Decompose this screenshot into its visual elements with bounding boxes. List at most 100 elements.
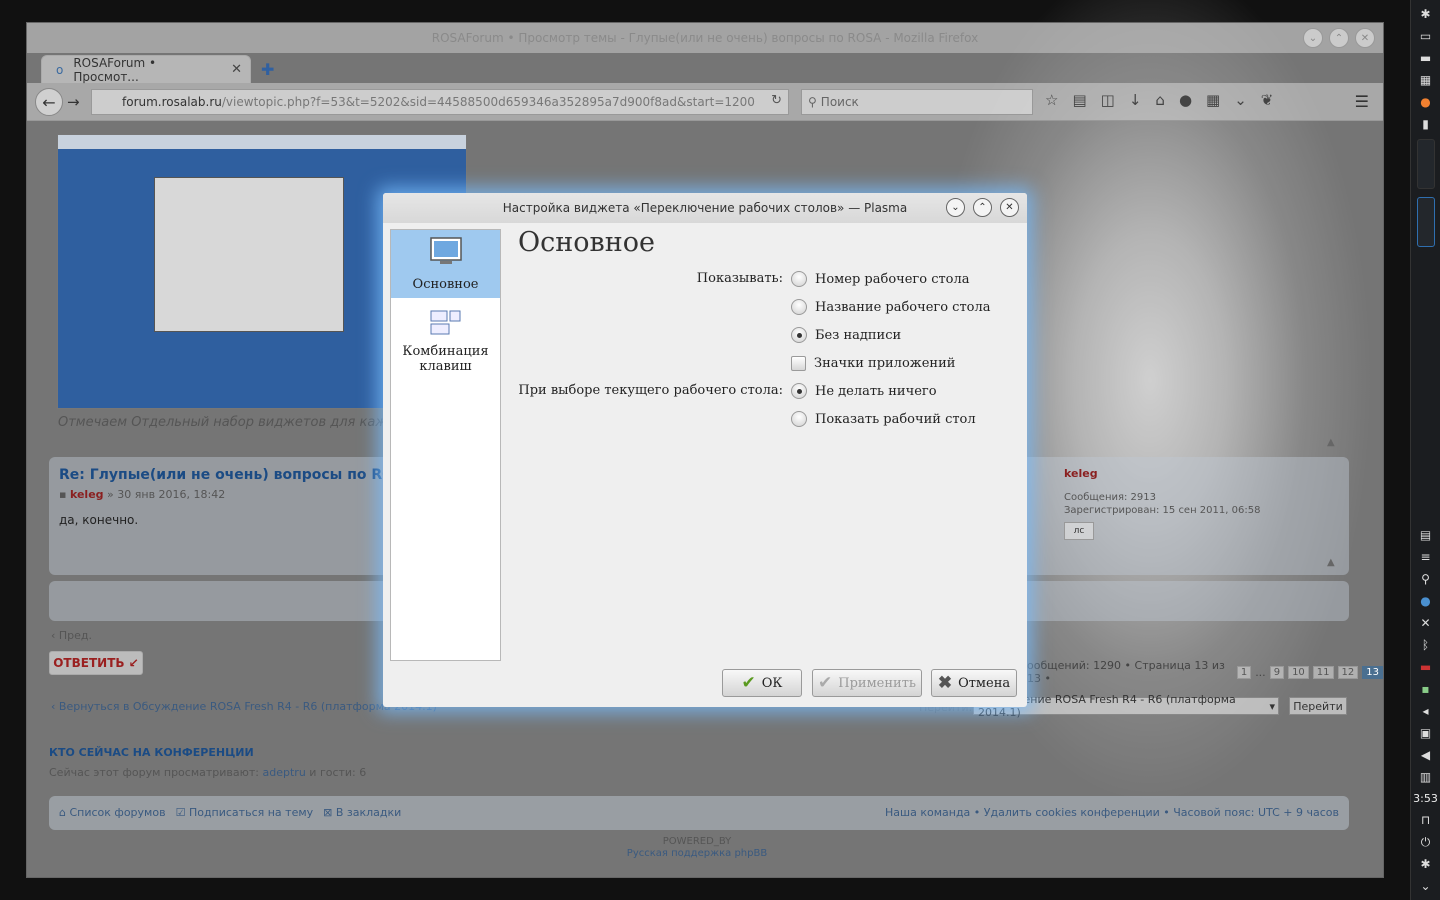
back-button[interactable]: ← bbox=[35, 88, 63, 116]
radio-no-label[interactable]: Без надписи bbox=[791, 326, 901, 344]
subscribe-link[interactable]: ☑ Подписаться на тему bbox=[176, 806, 314, 819]
tools-icon[interactable]: ✕ bbox=[1418, 615, 1434, 631]
dialog-minimize-button[interactable]: ⌄ bbox=[946, 198, 965, 217]
clock[interactable]: 3:53 bbox=[1413, 792, 1438, 805]
forum-index-link[interactable]: ⌂ Список форумов bbox=[59, 806, 166, 819]
task-slot-2[interactable] bbox=[1416, 197, 1435, 247]
firefox-icon[interactable]: ● bbox=[1418, 94, 1434, 110]
clipboard-icon[interactable]: ▤ bbox=[1418, 527, 1434, 543]
forward-button[interactable]: → bbox=[67, 93, 80, 111]
radio-button-checked[interactable] bbox=[791, 327, 807, 343]
chat-icon[interactable]: ● bbox=[1179, 91, 1192, 109]
radio-desktop-name[interactable]: Название рабочего стола bbox=[791, 298, 991, 316]
radio-button[interactable] bbox=[791, 411, 807, 427]
page-link[interactable]: 11 bbox=[1312, 665, 1334, 679]
close-button[interactable]: ✕ bbox=[1355, 28, 1375, 48]
home-icon[interactable]: ⌂ bbox=[1155, 91, 1165, 109]
search-input[interactable]: ⚲ Поиск bbox=[801, 89, 1033, 115]
reply-button[interactable]: ОТВЕТИТЬ ↙ bbox=[49, 651, 143, 675]
reload-icon[interactable]: ↻ bbox=[771, 93, 782, 108]
dialog-maximize-button[interactable]: ⌃ bbox=[973, 198, 992, 217]
post-title[interactable]: Re: Глупые(или не очень) вопросы по ROSA bbox=[59, 467, 415, 483]
desktop-icon[interactable]: ▭ bbox=[1418, 28, 1434, 44]
option-label: Номер рабочего стола bbox=[815, 271, 970, 287]
footer-bar: ⌂ Список форумов ☑ Подписаться на тему ⊠… bbox=[49, 796, 1349, 830]
pm-button[interactable]: лс bbox=[1064, 522, 1094, 540]
radio-button-checked[interactable] bbox=[791, 383, 807, 399]
addon-icon[interactable]: ▦ bbox=[1206, 91, 1220, 109]
minimize-button[interactable]: ⌄ bbox=[1303, 28, 1323, 48]
chevron-down-icon[interactable]: ⌄ bbox=[1234, 91, 1247, 109]
close-icon: ✖ bbox=[937, 673, 953, 693]
radio-show-desktop[interactable]: Показать рабочий стол bbox=[791, 410, 976, 428]
addon-leaf-icon[interactable]: ❦ bbox=[1261, 91, 1274, 109]
flag-icon[interactable]: ▬ bbox=[1418, 659, 1434, 675]
task-slot-1[interactable] bbox=[1416, 139, 1435, 189]
terminal-icon[interactable]: ▮ bbox=[1418, 116, 1434, 132]
jump-button[interactable]: Перейти bbox=[1289, 697, 1347, 715]
powered-link[interactable]: Русская поддержка phpBB bbox=[27, 848, 1367, 860]
pm-label: лс bbox=[1073, 526, 1085, 536]
settings-icon[interactable]: ≡ bbox=[1418, 549, 1434, 565]
checkbox-app-icons[interactable]: Значки приложений bbox=[791, 354, 955, 372]
devices-icon[interactable]: ▣ bbox=[1418, 725, 1434, 741]
bookmark-star-icon[interactable]: ☆ bbox=[1045, 91, 1058, 109]
sidebar-item-shortcuts[interactable]: Комбинация клавиш bbox=[391, 298, 500, 376]
page-link[interactable]: 12 bbox=[1337, 665, 1359, 679]
navigation-toolbar: ← → forum.rosalab.ru/viewtopic.php?f=53&… bbox=[27, 83, 1383, 121]
maximize-button[interactable]: ⌃ bbox=[1329, 28, 1349, 48]
pocket-icon[interactable]: ◫ bbox=[1101, 91, 1115, 109]
prev-link[interactable]: ‹ Пред. bbox=[51, 629, 92, 642]
browser-icon[interactable]: ● bbox=[1418, 593, 1434, 609]
apply-button[interactable]: ✔ Применить bbox=[812, 669, 922, 697]
sidebar-item-general[interactable]: Основное bbox=[391, 230, 500, 298]
downloads-icon[interactable]: ↓ bbox=[1129, 91, 1142, 109]
checkbox[interactable] bbox=[791, 355, 806, 371]
back-link-label: Вернуться в Обсуждение ROSA Fresh R4 - R… bbox=[58, 700, 437, 713]
reading-list-icon[interactable]: ▤ bbox=[1072, 91, 1086, 109]
footer-right-links[interactable]: Наша команда • Удалить cookies конференц… bbox=[885, 806, 1339, 819]
kde-menu-icon[interactable]: ✱ bbox=[1418, 6, 1434, 22]
radio-desktop-number[interactable]: Номер рабочего стола bbox=[791, 270, 970, 288]
ok-button[interactable]: ✔ ОК bbox=[722, 669, 802, 697]
url-bar[interactable]: forum.rosalab.ru/viewtopic.php?f=53&t=52… bbox=[91, 89, 789, 115]
page-link[interactable]: 1 bbox=[1236, 665, 1252, 679]
bookmark-link[interactable]: ⊠ В закладки bbox=[323, 806, 401, 819]
dialog-close-button[interactable]: ✕ bbox=[1000, 198, 1019, 217]
volume-icon[interactable]: ◂ bbox=[1418, 703, 1434, 719]
dialog-title: Настройка виджета «Переключение рабочих … bbox=[502, 201, 908, 215]
power-icon[interactable]: ⏻ bbox=[1418, 834, 1434, 850]
folder-icon[interactable]: ▬ bbox=[1418, 50, 1434, 66]
tab-close-icon[interactable]: ✕ bbox=[231, 62, 242, 77]
tab-label: ROSAForum • Просмот... bbox=[73, 55, 157, 84]
firefox-titlebar[interactable]: ROSAForum • Просмотр темы - Глупые(или н… bbox=[27, 23, 1383, 53]
tab-rosaforum[interactable]: o ROSAForum • Просмот... ✕ bbox=[41, 55, 251, 84]
who-user[interactable]: adeptru bbox=[263, 766, 306, 779]
who-online-text: Сейчас этот форум просматривают: adeptru… bbox=[49, 766, 366, 779]
post-author[interactable]: keleg bbox=[70, 488, 104, 501]
trash-icon[interactable]: ▥ bbox=[1418, 769, 1434, 785]
lock-icon[interactable]: ⊓ bbox=[1418, 812, 1434, 828]
menu-hamburger-icon[interactable]: ☰ bbox=[1355, 92, 1369, 111]
chevron-down-icon[interactable]: ⌄ bbox=[1418, 878, 1434, 894]
new-tab-button[interactable]: ✚ bbox=[261, 60, 274, 79]
radio-do-nothing[interactable]: Не делать ничего bbox=[791, 382, 937, 400]
radio-button[interactable] bbox=[791, 299, 807, 315]
bluetooth-icon[interactable]: ᛒ bbox=[1418, 637, 1434, 653]
cancel-button[interactable]: ✖ Отмена bbox=[931, 669, 1017, 697]
dialog-titlebar[interactable]: Настройка виджета «Переключение рабочих … bbox=[383, 193, 1027, 223]
page-link[interactable]: 9 bbox=[1269, 665, 1285, 679]
scroll-top-icon[interactable]: ▲ bbox=[1327, 557, 1335, 568]
kde-icon[interactable]: ✱ bbox=[1418, 856, 1434, 872]
back-to-forum-link[interactable]: ‹ Вернуться в Обсуждение ROSA Fresh R4 -… bbox=[51, 700, 437, 713]
notes-icon[interactable]: ▪ bbox=[1418, 681, 1434, 697]
reply-label: ОТВЕТИТЬ bbox=[53, 656, 125, 670]
radio-button[interactable] bbox=[791, 271, 807, 287]
page-link[interactable]: 10 bbox=[1288, 665, 1309, 679]
author-name[interactable]: keleg bbox=[1064, 467, 1098, 480]
scroll-top-icon[interactable]: ▲ bbox=[1327, 437, 1335, 448]
network-icon[interactable]: ⚲ bbox=[1418, 571, 1434, 587]
arrow-icon[interactable]: ◀ bbox=[1418, 747, 1434, 763]
calendar-icon[interactable]: ▦ bbox=[1418, 72, 1434, 88]
window-title: ROSAForum • Просмотр темы - Глупые(или н… bbox=[431, 31, 979, 45]
